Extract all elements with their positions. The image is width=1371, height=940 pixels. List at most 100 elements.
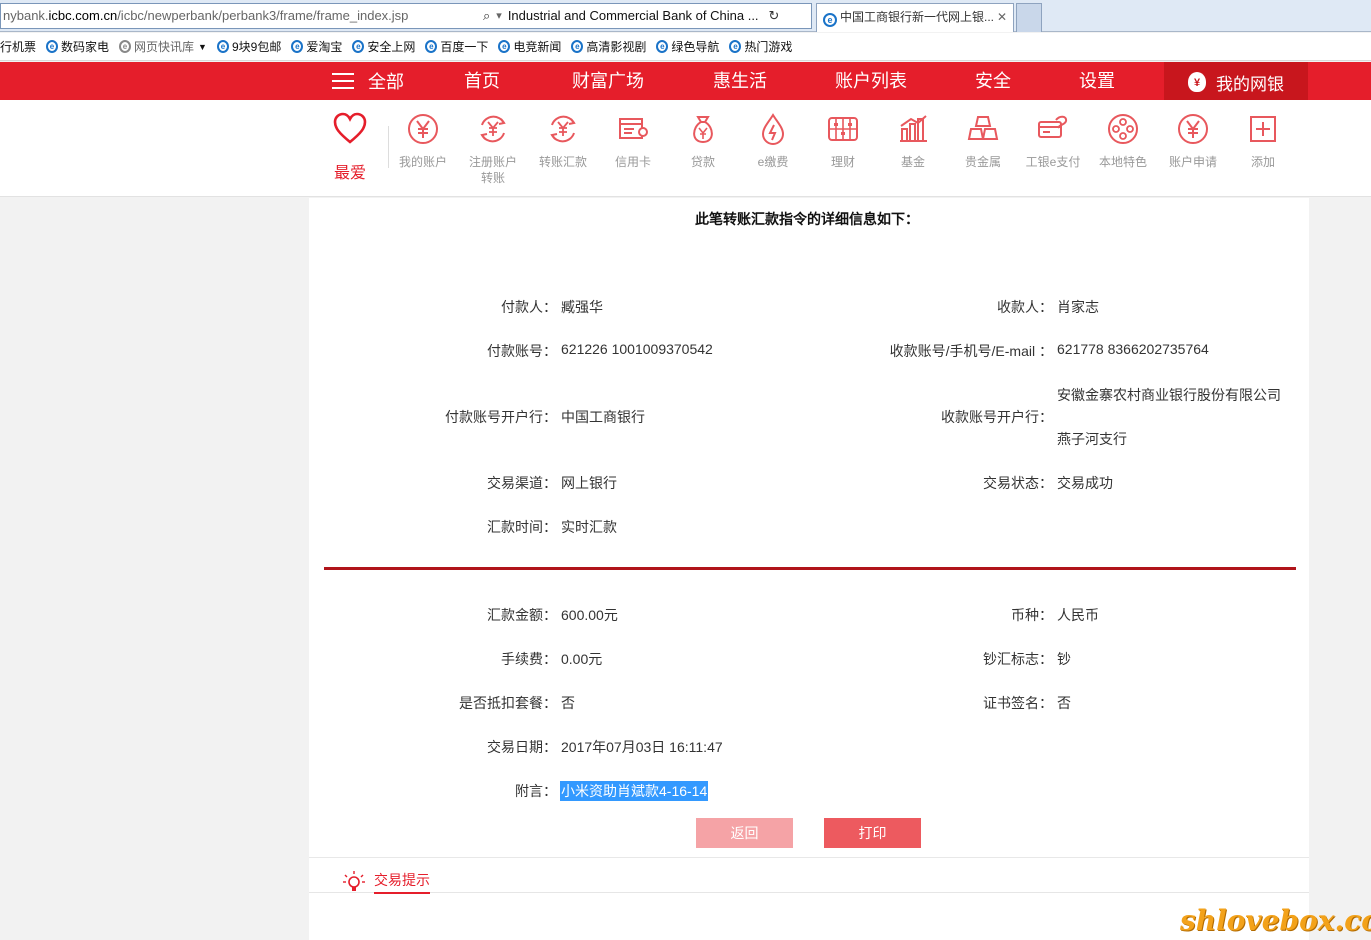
divider xyxy=(388,126,389,168)
payee-value: 肖家志 xyxy=(1057,299,1099,315)
date-value: 2017年07月03日 16:11:47 xyxy=(561,739,723,755)
payee-account-value: 621778 8366202735764 xyxy=(1057,341,1209,357)
ie-icon: e xyxy=(823,13,837,27)
quick-item-label: 添加 xyxy=(1250,155,1275,169)
browser-tab-active[interactable]: e 中国工商银行新一代网上银... ✕ xyxy=(816,3,1014,32)
nav-life[interactable]: 惠生活 xyxy=(713,62,767,100)
quick-item[interactable]: 理财 xyxy=(811,112,875,170)
payer-account-label: 付款账号： xyxy=(487,343,557,359)
ie-icon: e xyxy=(46,40,59,53)
nav-mybank[interactable]: ¥ 我的网银 xyxy=(1164,62,1308,102)
quick-item-label: 注册账户转账 xyxy=(468,155,517,185)
close-icon[interactable]: ✕ xyxy=(997,4,1007,30)
payee-account-label: 收款账号/手机号/E-mail ： xyxy=(889,343,1053,359)
chevron-down-icon[interactable]: ▼ xyxy=(198,42,207,52)
payee-bank-value-line2: 燕子河支行 xyxy=(1057,431,1127,447)
favorite-link[interactable]: e 爱淘宝 xyxy=(291,38,342,55)
favorite-link[interactable]: e 热门游戏 xyxy=(729,38,792,55)
nav-home[interactable]: 首页 xyxy=(464,62,500,100)
ie-icon: e xyxy=(571,40,584,53)
date-label: 交易日期： xyxy=(487,739,557,755)
favorite-link[interactable]: e 百度一下 xyxy=(425,38,488,55)
quick-item[interactable]: e缴费 xyxy=(741,112,805,170)
ie-grey-icon: e xyxy=(119,40,132,53)
refresh-icon[interactable]: ↻ xyxy=(769,4,780,28)
status-label: 交易状态： xyxy=(983,475,1053,491)
quick-item-label: 转账汇款 xyxy=(538,155,587,169)
ie-icon: e xyxy=(291,40,304,53)
quick-item[interactable]: 工银e支付 xyxy=(1021,112,1085,170)
favorite-link[interactable]: e 安全上网 xyxy=(352,38,415,55)
quick-item[interactable]: 我的账户 xyxy=(391,112,455,170)
quick-item-label: 贷款 xyxy=(690,155,715,169)
favorites-toggle[interactable]: 最爱 xyxy=(330,112,370,183)
channel-label: 交易渠道： xyxy=(487,475,557,491)
bar-chart-icon xyxy=(900,115,927,142)
favorite-link[interactable]: e 电竞新闻 xyxy=(498,38,561,55)
quick-item-label: 我的账户 xyxy=(398,155,447,169)
yen-transfer-icon xyxy=(480,115,506,143)
quick-item[interactable]: 账户申请 xyxy=(1161,112,1225,170)
mybank-label: 我的网银 xyxy=(1216,74,1284,94)
payer-value: 臧强华 xyxy=(561,299,603,315)
quick-item[interactable]: 转账汇款 xyxy=(531,112,595,170)
favorite-link[interactable]: e 9块9包邮 xyxy=(216,38,281,55)
favorite-link[interactable]: e 高清影视剧 xyxy=(571,38,646,55)
status-value: 交易成功 xyxy=(1057,475,1113,491)
quick-item-label: e缴费 xyxy=(757,155,789,169)
address-bar[interactable]: nybank.icbc.com.cn/icbc/newperbank/perba… xyxy=(0,3,812,29)
yen-circle-icon xyxy=(408,114,438,144)
nav-security[interactable]: 安全 xyxy=(975,62,1011,100)
ie-icon: e xyxy=(729,40,742,53)
quick-item[interactable]: 本地特色 xyxy=(1091,112,1155,170)
tips-section xyxy=(309,857,1309,940)
favorite-link[interactable]: e 绿色导航 xyxy=(656,38,719,55)
site-identity[interactable]: Industrial and Commercial Bank of China … xyxy=(508,4,759,28)
nav-accounts[interactable]: 账户列表 xyxy=(835,62,907,100)
quick-item[interactable]: 信用卡 xyxy=(601,112,665,170)
quick-item-label: 贵金属 xyxy=(964,155,1001,169)
lock-icon[interactable]: ▾ xyxy=(496,4,502,28)
nav-wealth[interactable]: 财富广场 xyxy=(572,62,644,100)
back-button[interactable]: 返回 xyxy=(696,818,793,848)
heart-icon xyxy=(333,112,367,144)
quick-item[interactable]: 基金 xyxy=(881,112,945,170)
ie-icon: e xyxy=(352,40,365,53)
favorite-label: 爱淘宝 xyxy=(306,40,343,54)
money-bag-icon xyxy=(693,116,713,144)
quick-item[interactable]: 注册账户转账 xyxy=(461,112,525,186)
favorite-label: 绿色导航 xyxy=(671,40,720,54)
gold-bars-icon xyxy=(967,116,999,140)
new-tab-button[interactable] xyxy=(1016,3,1042,32)
menu-all-button[interactable]: 全部 xyxy=(332,62,404,100)
nav-settings[interactable]: 设置 xyxy=(1079,62,1115,100)
memo-value[interactable]: 小米资助肖斌款4-16-14 xyxy=(560,781,709,801)
abacus-icon xyxy=(828,117,858,141)
quick-item[interactable]: 添加 xyxy=(1231,112,1295,170)
memo-label: 附言： xyxy=(515,783,557,799)
money-bag-icon: ¥ xyxy=(1188,72,1206,92)
url-prefix: nybank. xyxy=(3,8,49,23)
channel-value: 网上银行 xyxy=(561,475,617,491)
hamburger-icon xyxy=(332,73,354,89)
fee-label: 手续费： xyxy=(501,651,557,667)
package-value: 否 xyxy=(561,695,575,711)
favorite-link[interactable]: e 数码家电 xyxy=(46,38,109,55)
print-button[interactable]: 打印 xyxy=(824,818,921,848)
tips-tab[interactable]: 交易提示 xyxy=(342,870,430,894)
quick-item-label: 信用卡 xyxy=(614,155,651,169)
quick-item[interactable]: 贵金属 xyxy=(951,112,1015,170)
favorites-bar: 行机票 e 数码家电 e 网页快讯库 ▼ e 9块9包邮 e 爱淘宝 e 安全上网 e 百度一下 e 电竞新闻… xyxy=(0,33,1371,61)
cash-flag-label: 钞汇标志： xyxy=(983,651,1053,667)
payer-account-value: 621226 1001009370542 xyxy=(561,341,713,357)
quick-item[interactable]: 贷款 xyxy=(671,112,735,170)
favorite-link[interactable]: e 网页快讯库 ▼ xyxy=(119,38,207,55)
favorite-link[interactable]: 行机票 xyxy=(0,38,36,55)
favorite-label: 高清影视剧 xyxy=(586,40,647,54)
search-icon[interactable]: ⌕ xyxy=(483,4,490,28)
payer-label: 付款人： xyxy=(501,299,557,315)
cert-value: 否 xyxy=(1057,695,1071,711)
quick-item-label: 理财 xyxy=(830,155,855,169)
card-pay-icon xyxy=(1038,115,1068,138)
package-label: 是否抵扣套餐： xyxy=(459,695,557,711)
